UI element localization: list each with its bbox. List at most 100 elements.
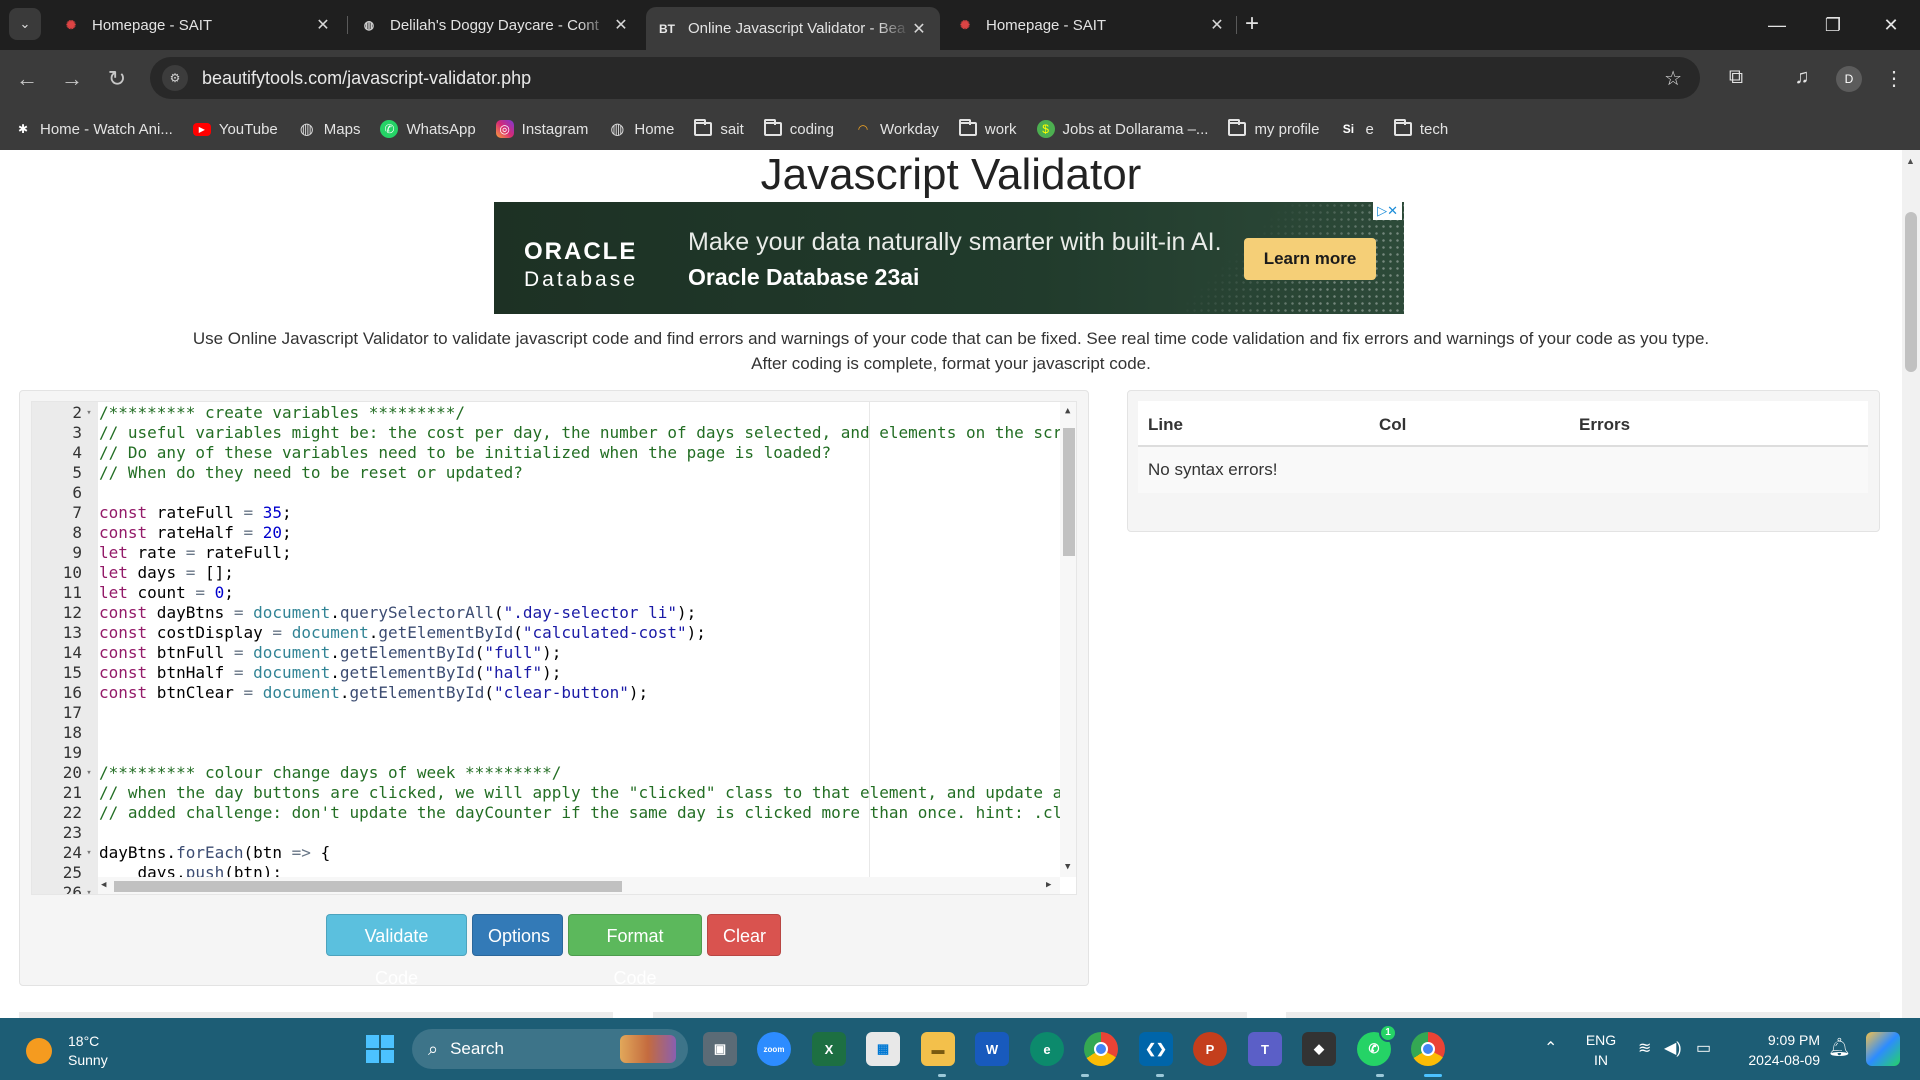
profile-avatar[interactable]: D — [1836, 66, 1862, 92]
ad-learn-more-button[interactable]: Learn more — [1244, 238, 1376, 280]
media-controls-icon[interactable]: ♫ — [1788, 66, 1816, 89]
code-line[interactable]: 24 ▾ dayBtns.forEach(btn => { — [32, 843, 1062, 863]
microsoft-store-icon[interactable]: ▦ — [866, 1032, 900, 1066]
chrome-icon[interactable] — [1084, 1032, 1118, 1066]
fold-arrow-icon[interactable]: ▾ — [83, 763, 95, 783]
new-tab-button[interactable]: + — [1245, 12, 1259, 36]
format-code-button[interactable]: Format Code — [568, 914, 702, 988]
editor-vscroll-thumb[interactable] — [1063, 428, 1075, 556]
code-line[interactable]: 13 const costDisplay = document.getElemen… — [32, 623, 1062, 643]
code-line[interactable]: 16 const btnClear = document.getElementBy… — [32, 683, 1062, 703]
bookmark-folder-coding[interactable]: coding — [763, 119, 834, 138]
code-line[interactable]: 3 // useful variables might be: the cost … — [32, 423, 1062, 443]
page-scroll-thumb[interactable] — [1905, 212, 1917, 372]
reload-icon[interactable]: ↻ — [102, 64, 132, 94]
code-line[interactable]: 21 // when the day buttons are clicked, w… — [32, 783, 1063, 803]
weather-widget[interactable]: 18°C Sunny — [26, 1032, 108, 1070]
code-line[interactable]: 5 // When do they need to be reset or upd… — [32, 463, 1062, 483]
language-indicator[interactable]: ENG IN — [1584, 1030, 1618, 1070]
validate-code-button[interactable]: Validate Code — [326, 914, 467, 988]
copilot-icon[interactable] — [1866, 1032, 1900, 1066]
adchoices-icon[interactable]: ▷✕ — [1373, 202, 1402, 220]
scroll-right-icon[interactable]: ▶ — [1046, 880, 1051, 890]
notification-bell-icon[interactable]: 🔔︎ — [1828, 1037, 1851, 1058]
code-editor[interactable]: 2 ▾/********* create variables *********/… — [31, 401, 1077, 895]
tab-homepage-sait-2[interactable]: ✺ Homepage - SAIT ✕ — [944, 7, 1238, 43]
scroll-up-icon[interactable]: ▲ — [1906, 156, 1915, 166]
tab-delilahs-doggy-daycare[interactable]: ◍ Delilah's Doggy Daycare - Cont ✕ — [348, 7, 642, 43]
restore-icon[interactable]: ❐ — [1818, 10, 1848, 40]
excel-icon[interactable]: X — [812, 1032, 846, 1066]
clear-button[interactable]: Clear — [707, 914, 781, 956]
url-text[interactable]: beautifytools.com/javascript-validator.p… — [202, 68, 531, 89]
scroll-up-icon[interactable]: ▲ — [1065, 406, 1070, 416]
tab-javascript-validator[interactable]: BT Online Javascript Validator - Bea ✕ — [646, 7, 940, 50]
bookmark-workday[interactable]: ◠ Workday — [854, 120, 939, 138]
oracle-ad-banner[interactable]: ORACLE Database Make your data naturally… — [494, 202, 1404, 314]
page-vertical-scrollbar[interactable]: ▲ — [1902, 150, 1920, 1018]
code-line[interactable]: 11 let count = 0; — [32, 583, 1062, 603]
unity-icon[interactable]: ◆ — [1302, 1032, 1336, 1066]
code-lines[interactable]: 2 ▾/********* create variables *********/… — [32, 403, 1063, 894]
code-line[interactable]: 22 // added challenge: don't update the d… — [32, 803, 1063, 823]
bookmark-youtube[interactable]: ▶ YouTube — [192, 121, 278, 138]
code-line[interactable]: 6 — [32, 483, 1062, 503]
code-line[interactable]: 20 ▾/********* colour change days of week… — [32, 763, 1062, 783]
site-info-icon[interactable]: ⚙ — [162, 65, 188, 91]
back-icon[interactable]: ← — [12, 64, 42, 94]
code-line[interactable]: 10 let days = []; — [32, 563, 1062, 583]
code-line[interactable]: 2 ▾/********* create variables *********/ — [32, 403, 1062, 423]
extensions-icon[interactable]: ⧉ — [1722, 66, 1750, 89]
code-line[interactable]: 15 const btnHalf = document.getElementByI… — [32, 663, 1062, 683]
code-line[interactable]: 14 const btnFull = document.getElementByI… — [32, 643, 1062, 663]
editor-vertical-scrollbar[interactable]: ▲ ▼ — [1060, 402, 1076, 877]
tab-search-button[interactable]: ⌄ — [9, 8, 41, 40]
whatsapp-icon[interactable]: ✆ 1 — [1357, 1024, 1397, 1066]
system-clock[interactable]: 9:09 PM 2024-08-09 — [1736, 1030, 1820, 1070]
tab-homepage-sait-1[interactable]: ✺ Homepage - SAIT ✕ — [50, 7, 344, 43]
close-icon[interactable]: ✕ — [910, 19, 928, 39]
scroll-left-icon[interactable]: ◀ — [101, 880, 106, 890]
volume-icon[interactable]: ◀) — [1664, 1038, 1682, 1058]
editor-horizontal-scrollbar[interactable]: ◀ ▶ — [98, 877, 1060, 894]
close-window-icon[interactable]: ✕ — [1876, 10, 1906, 40]
bookmark-whatsapp[interactable]: ✆ WhatsApp — [380, 120, 476, 138]
edge-icon[interactable]: e — [1030, 1032, 1064, 1066]
bookmark-folder-tech[interactable]: tech — [1393, 119, 1448, 138]
battery-icon[interactable]: ▭ — [1696, 1038, 1711, 1058]
bookmark-instagram[interactable]: ◎ Instagram — [495, 120, 588, 138]
bookmark-e[interactable]: Si e — [1339, 120, 1374, 138]
editor-hscroll-thumb[interactable] — [114, 881, 622, 892]
bookmark-maps[interactable]: ◍ Maps — [298, 120, 361, 139]
task-view-icon[interactable]: ▣ — [703, 1032, 737, 1066]
bookmark-star-icon[interactable]: ☆ — [1664, 66, 1682, 91]
taskbar-search[interactable]: ⌕ Search — [412, 1029, 688, 1069]
zoom-icon[interactable]: zoom — [757, 1032, 791, 1066]
bookmark-home[interactable]: ◍ Home — [608, 120, 674, 139]
code-line[interactable]: 18 — [32, 723, 1062, 743]
forward-icon[interactable]: → — [57, 64, 87, 94]
code-line[interactable]: 7 const rateFull = 35; — [32, 503, 1062, 523]
more-menu-icon[interactable]: ⋮ — [1880, 66, 1908, 91]
teams-icon[interactable]: T — [1248, 1032, 1282, 1066]
bookmark-jobs-at-dollarama[interactable]: $ Jobs at Dollarama –... — [1036, 120, 1208, 138]
minimize-icon[interactable]: — — [1762, 10, 1792, 40]
fold-arrow-icon[interactable]: ▾ — [83, 883, 95, 894]
scroll-down-icon[interactable]: ▼ — [1065, 862, 1070, 872]
close-icon[interactable]: ✕ — [314, 15, 332, 35]
bookmark-folder-sait[interactable]: sait — [694, 119, 744, 138]
chrome-profile-icon[interactable] — [1411, 1032, 1445, 1066]
word-icon[interactable]: W — [975, 1032, 1009, 1066]
powerpoint-icon[interactable]: P — [1193, 1032, 1227, 1066]
fold-arrow-icon[interactable]: ▾ — [83, 843, 95, 863]
code-line[interactable]: 8 const rateHalf = 20; — [32, 523, 1062, 543]
windows-start-icon[interactable] — [366, 1035, 394, 1063]
bookmark-home-watch-anime[interactable]: ✱ Home - Watch Ani... — [14, 120, 173, 138]
close-icon[interactable]: ✕ — [1208, 15, 1226, 35]
code-line[interactable]: 4 // Do any of these variables need to be… — [32, 443, 1062, 463]
file-explorer-icon[interactable]: ▬ — [921, 1032, 955, 1066]
code-line[interactable]: 19 — [32, 743, 1062, 763]
wifi-icon[interactable]: ≋ — [1638, 1038, 1651, 1058]
show-hidden-icons-icon[interactable]: ⌃ — [1544, 1038, 1557, 1058]
code-line[interactable]: 12 const dayBtns = document.querySelector… — [32, 603, 1062, 623]
